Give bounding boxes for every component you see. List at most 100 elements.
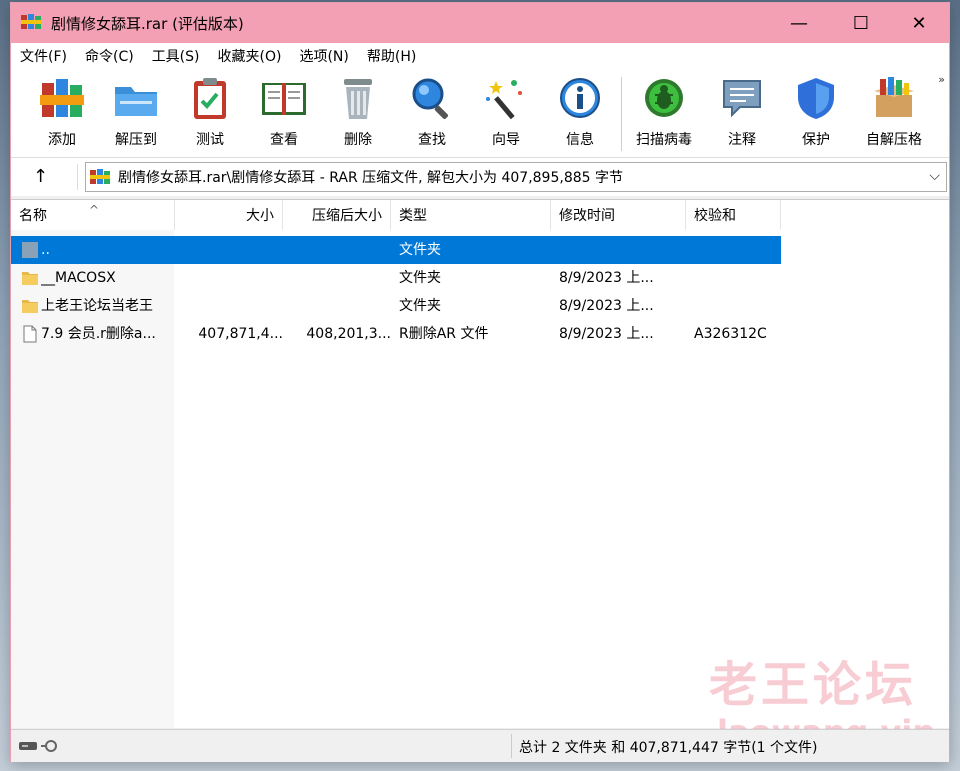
column-header-type[interactable]: 类型 — [391, 200, 551, 230]
file-size — [179, 264, 283, 292]
menu-help[interactable]: 帮助(H) — [358, 46, 425, 66]
file-name: .. — [41, 242, 50, 258]
view-button[interactable]: 查看 — [249, 75, 319, 155]
file-crc: A326312C — [694, 326, 767, 342]
protect-label: 保护 — [802, 132, 830, 148]
drive-key-icon[interactable] — [17, 737, 67, 755]
up-folder-button[interactable]: ↑ — [33, 166, 48, 187]
minimize-button[interactable]: — — [768, 3, 830, 43]
toolbar-separator — [621, 77, 622, 151]
address-separator — [77, 164, 78, 190]
list-header: 名称 ^ 大小 压缩后大小 类型 修改时间 校验和 — [11, 200, 949, 230]
file-type: R删除AR 文件 — [399, 326, 489, 342]
folder-icon — [22, 300, 38, 313]
watermark-text: 老王论坛 — [709, 657, 918, 713]
winrar-app-icon — [21, 14, 41, 29]
file-size — [179, 292, 283, 320]
file-packed-size — [287, 292, 391, 320]
info-button[interactable]: 信息 — [545, 75, 615, 155]
wand-icon — [486, 80, 522, 120]
find-label: 查找 — [418, 132, 446, 148]
file-crc — [694, 292, 784, 320]
wizard-button[interactable]: 向导 — [471, 75, 541, 155]
file-type: 文件夹 — [399, 242, 441, 258]
table-row[interactable]: __MACOSX 文件夹 8/9/2023 上... — [11, 264, 781, 292]
column-header-name[interactable]: 名称 ^ — [11, 200, 175, 230]
trash-icon — [344, 79, 372, 119]
file-name: __MACOSX — [41, 270, 116, 286]
delete-button[interactable]: 删除 — [323, 75, 393, 155]
parent-folder-icon — [22, 242, 38, 258]
rar-archive-icon — [90, 169, 110, 184]
comment-label: 注释 — [728, 132, 756, 148]
menu-bar: 文件(F) 命令(C) 工具(S) 收藏夹(O) 选项(N) 帮助(H) — [11, 43, 949, 69]
extract-to-button[interactable]: 解压到 — [101, 75, 171, 155]
add-label: 添加 — [48, 132, 76, 148]
view-label: 查看 — [270, 132, 298, 148]
status-bar: 总计 2 文件夹 和 407,871,447 字节(1 个文件) — [11, 729, 949, 762]
file-packed-size — [287, 264, 391, 292]
menu-options[interactable]: 选项(N) — [290, 46, 357, 66]
file-modified: 8/9/2023 上... — [559, 298, 654, 314]
title-bar[interactable]: 剧情修女舔耳.rar (评估版本) — ☐ ✕ — [11, 3, 949, 43]
file-packed-size — [287, 236, 391, 264]
address-path: 剧情修女舔耳.rar\剧情修女舔耳 - RAR 压缩文件, 解包大小为 407,… — [118, 170, 623, 186]
address-field[interactable]: 剧情修女舔耳.rar\剧情修女舔耳 - RAR 压缩文件, 解包大小为 407,… — [85, 162, 947, 192]
extract-to-label: 解压到 — [115, 132, 157, 148]
file-type: 文件夹 — [399, 270, 441, 286]
magnifier-icon — [412, 78, 448, 119]
table-row[interactable]: 7.9 会员.r删除a... 407,871,4... 408,201,3...… — [11, 320, 781, 348]
column-header-packed[interactable]: 压缩后大小 — [283, 200, 391, 230]
file-crc — [694, 236, 784, 264]
folder-extract-icon — [115, 87, 157, 116]
books-add-icon — [40, 79, 84, 117]
sfx-label: 自解压格 — [866, 132, 922, 148]
file-size: 407,871,4... — [198, 326, 283, 342]
close-button[interactable]: ✕ — [888, 3, 950, 43]
column-header-modified[interactable]: 修改时间 — [551, 200, 686, 230]
table-row[interactable]: .. 文件夹 — [11, 236, 781, 264]
toolbar-overflow-icon[interactable]: » — [938, 73, 945, 86]
file-name: 上老王论坛当老王 — [41, 298, 153, 314]
file-modified: 8/9/2023 上... — [559, 270, 654, 286]
address-dropdown-icon[interactable]: ⌵ — [929, 168, 940, 184]
file-icon — [23, 325, 37, 343]
wizard-label: 向导 — [492, 132, 520, 148]
file-size — [179, 236, 283, 264]
maximize-button[interactable]: ☐ — [830, 3, 892, 43]
watermark: 老王论坛 laowang.vip — [709, 645, 935, 751]
test-button[interactable]: 测试 — [175, 75, 245, 155]
comment-button[interactable]: 注释 — [707, 75, 777, 155]
menu-favorites[interactable]: 收藏夹(O) — [209, 46, 291, 66]
status-separator — [511, 734, 512, 758]
virus-scan-label: 扫描病毒 — [636, 132, 692, 148]
clipboard-test-icon — [194, 78, 226, 119]
menu-file[interactable]: 文件(F) — [11, 46, 76, 66]
address-bar: ↑ 剧情修女舔耳.rar\剧情修女舔耳 - RAR 压缩文件, 解包大小为 40… — [11, 158, 949, 196]
info-icon — [560, 78, 600, 118]
status-summary: 总计 2 文件夹 和 407,871,447 字节(1 个文件) — [519, 740, 818, 756]
menu-commands[interactable]: 命令(C) — [76, 46, 143, 66]
column-header-size[interactable]: 大小 — [175, 200, 283, 230]
column-header-name-label: 名称 — [19, 208, 47, 224]
bug-scan-icon — [645, 79, 683, 117]
file-name: 7.9 会员.r删除a... — [41, 326, 156, 342]
folder-icon — [22, 272, 38, 285]
toolbar: 添加 解压到 测试 查看 删除 查找 向导 信息 扫描病毒 注释 保护 自解压格… — [11, 69, 949, 158]
file-packed-size: 408,201,3... — [306, 326, 391, 342]
sfx-box-icon — [874, 77, 914, 117]
comment-icon — [723, 80, 761, 118]
info-label: 信息 — [566, 132, 594, 148]
protect-button[interactable]: 保护 — [781, 75, 851, 155]
column-header-crc[interactable]: 校验和 — [686, 200, 781, 230]
test-label: 测试 — [196, 132, 224, 148]
file-modified — [559, 236, 685, 264]
virus-scan-button[interactable]: 扫描病毒 — [629, 75, 699, 155]
shield-icon — [798, 78, 834, 119]
table-row[interactable]: 上老王论坛当老王 文件夹 8/9/2023 上... — [11, 292, 781, 320]
sort-indicator-icon: ^ — [89, 203, 100, 217]
find-button[interactable]: 查找 — [397, 75, 467, 155]
add-button[interactable]: 添加 — [27, 75, 97, 155]
menu-tools[interactable]: 工具(S) — [143, 46, 209, 66]
sfx-button[interactable]: 自解压格 — [859, 75, 929, 155]
